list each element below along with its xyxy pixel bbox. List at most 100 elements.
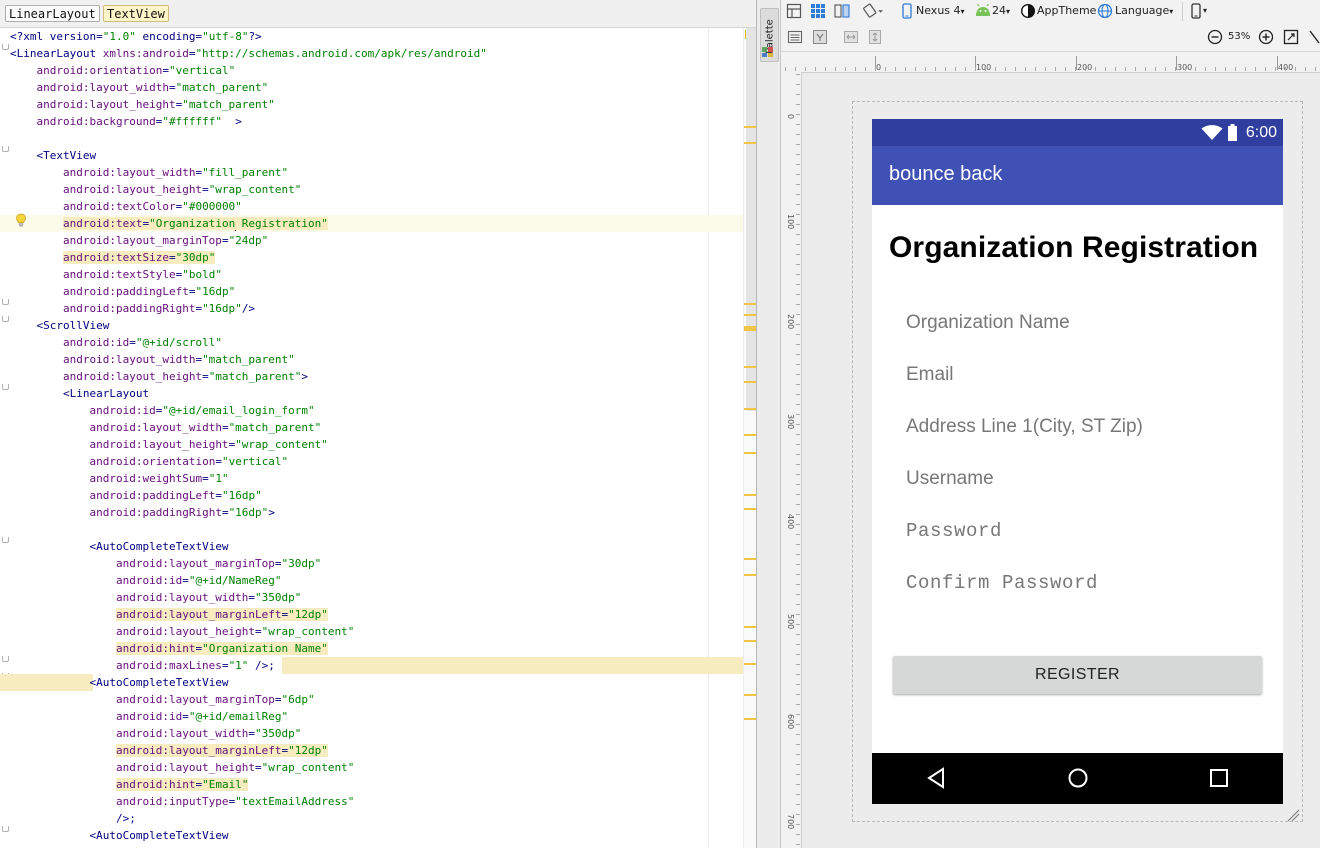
api-level-selector[interactable]: 24▾	[992, 4, 1010, 19]
code-line[interactable]: android:layout_height="match_parent">	[0, 368, 744, 385]
warning-marker[interactable]	[744, 508, 756, 510]
register-button[interactable]: REGISTER	[893, 656, 1262, 694]
android-api-icon[interactable]	[974, 4, 992, 18]
code-line[interactable]: android:layout_marginLeft="12dp"	[0, 742, 744, 759]
device-frame-icon[interactable]	[1190, 3, 1202, 19]
globe-icon[interactable]	[1097, 3, 1113, 19]
warning-marker[interactable]	[744, 366, 756, 368]
warning-marker[interactable]	[744, 314, 756, 316]
code-line[interactable]: android:layout_height="wrap_content"	[0, 759, 744, 776]
language-selector[interactable]: Language▾	[1115, 4, 1173, 19]
warning-marker[interactable]	[744, 326, 756, 331]
warning-marker[interactable]	[744, 408, 756, 410]
username-input[interactable]: Username	[906, 468, 994, 490]
palette-icon[interactable]	[761, 44, 775, 58]
code-line[interactable]: android:textSize="30dp"	[0, 249, 744, 266]
resize-handle-icon[interactable]	[1286, 808, 1300, 822]
code-area[interactable]: <?xml version="1.0" encoding="utf-8"?> <L…	[0, 28, 744, 844]
back-icon[interactable]	[926, 767, 946, 789]
code-line[interactable]: <LinearLayout xmlns:android="http://sche…	[0, 45, 744, 62]
code-line[interactable]: android:background="#ffffff" >	[0, 113, 744, 130]
theme-selector[interactable]: AppTheme	[1037, 4, 1096, 18]
code-line[interactable]: android:textStyle="bold"	[0, 266, 744, 283]
code-line[interactable]: />;	[0, 810, 744, 827]
code-line[interactable]: android:layout_height="wrap_content"	[0, 623, 744, 640]
warning-marker[interactable]	[744, 452, 756, 454]
confirm-password-input[interactable]: Confirm Password	[906, 572, 1098, 594]
code-line[interactable]: android:orientation="vertical"	[0, 62, 744, 79]
home-icon[interactable]	[1067, 767, 1089, 789]
expand-horizontal-icon[interactable]	[843, 29, 859, 45]
code-line[interactable]: android:hint="Organization Name"	[0, 640, 744, 657]
code-line[interactable]: android:layout_marginTop="30dp"	[0, 555, 744, 572]
device-selector[interactable]: Nexus 4▾	[916, 4, 965, 19]
code-line[interactable]: android:weightSum="1"	[0, 470, 744, 487]
code-line[interactable]: android:layout_marginTop="24dp"	[0, 232, 744, 249]
code-line[interactable]: <AutoCompleteTextView	[0, 674, 744, 691]
device-phone-icon[interactable]	[902, 3, 912, 19]
code-line[interactable]: android:layout_width="match_parent"	[0, 79, 744, 96]
error-stripe[interactable]	[743, 28, 756, 848]
warning-marker[interactable]	[744, 626, 756, 628]
warning-marker[interactable]	[744, 663, 756, 665]
code-line[interactable]: android:text="Organization Registration"	[0, 215, 744, 232]
warning-marker[interactable]	[744, 494, 756, 496]
zoom-to-fit-icon[interactable]	[1283, 29, 1299, 45]
code-line[interactable]: android:id="@+id/scroll"	[0, 334, 744, 351]
warning-marker[interactable]	[744, 303, 756, 305]
default-margins-icon[interactable]	[812, 29, 828, 45]
address-input[interactable]: Address Line 1(City, ST Zip)	[906, 416, 1143, 438]
code-line[interactable]: <LinearLayout	[0, 385, 744, 402]
xml-editor[interactable]: LinearLayout TextView <?xml version="1.0…	[0, 0, 757, 848]
code-line[interactable]: android:layout_width="350dp"	[0, 589, 744, 606]
code-line[interactable]: android:paddingRight="16dp"/>	[0, 300, 744, 317]
zoom-out-icon[interactable]	[1207, 29, 1223, 45]
code-line[interactable]: android:id="@+id/email_login_form"	[0, 402, 744, 419]
show-layout-decorations-icon[interactable]	[787, 29, 803, 45]
warning-marker[interactable]	[744, 574, 756, 576]
orientation-icon[interactable]	[863, 3, 885, 19]
code-line[interactable]: android:layout_width="fill_parent"	[0, 164, 744, 181]
code-line[interactable]: <AutoCompleteTextView	[0, 827, 744, 844]
code-line[interactable]: android:hint="Email"	[0, 776, 744, 793]
warning-marker[interactable]	[744, 640, 756, 642]
code-line[interactable]: <TextView	[0, 147, 744, 164]
theme-icon[interactable]	[1020, 3, 1036, 19]
code-line[interactable]	[0, 521, 744, 538]
warning-marker[interactable]	[744, 694, 756, 696]
warning-marker[interactable]	[744, 434, 756, 436]
code-line[interactable]: android:maxLines="1" />;	[0, 657, 744, 674]
device-preview[interactable]: 6:00 bounce back Organization Registrati…	[872, 119, 1283, 804]
code-line[interactable]	[0, 130, 744, 147]
breadcrumb-textview[interactable]: TextView	[103, 5, 169, 22]
lightbulb-icon[interactable]	[15, 213, 27, 227]
code-line[interactable]: <ScrollView	[0, 317, 744, 334]
code-line[interactable]: android:layout_height="wrap_content"	[0, 436, 744, 453]
code-line[interactable]: android:paddingRight="16dp">	[0, 504, 744, 521]
code-line[interactable]: android:layout_marginLeft="12dp"	[0, 606, 744, 623]
page-title[interactable]: Organization Registration	[889, 231, 1258, 265]
code-line[interactable]: android:layout_marginTop="6dp"	[0, 691, 744, 708]
warning-marker[interactable]	[744, 381, 756, 383]
code-line[interactable]: android:layout_width="350dp"	[0, 725, 744, 742]
code-line[interactable]: android:layout_width="match_parent"	[0, 419, 744, 436]
recents-icon[interactable]	[1209, 768, 1229, 788]
code-line[interactable]: android:layout_width="match_parent"	[0, 351, 744, 368]
code-line[interactable]: <AutoCompleteTextView	[0, 538, 744, 555]
organization-name-input[interactable]: Organization Name	[906, 312, 1070, 334]
code-line[interactable]: <?xml version="1.0" encoding="utf-8"?>	[0, 28, 744, 45]
pan-zoom-icon[interactable]	[1308, 29, 1320, 45]
code-line[interactable]: android:id="@+id/emailReg"	[0, 708, 744, 725]
design-view-icon[interactable]	[786, 3, 802, 19]
email-input[interactable]: Email	[906, 364, 954, 386]
code-line[interactable]: android:paddingLeft="16dp"	[0, 283, 744, 300]
zoom-in-icon[interactable]	[1258, 29, 1274, 45]
code-line[interactable]: android:layout_height="wrap_content"	[0, 181, 744, 198]
password-input[interactable]: Password	[906, 520, 1002, 542]
split-view-icon[interactable]	[834, 3, 850, 19]
warning-marker[interactable]	[744, 558, 756, 560]
code-line[interactable]: android:orientation="vertical"	[0, 453, 744, 470]
code-line[interactable]: android:paddingLeft="16dp"	[0, 487, 744, 504]
code-line[interactable]: android:inputType="textEmailAddress"	[0, 793, 744, 810]
dropdown-arrow-icon[interactable]: ▾	[1203, 4, 1207, 18]
